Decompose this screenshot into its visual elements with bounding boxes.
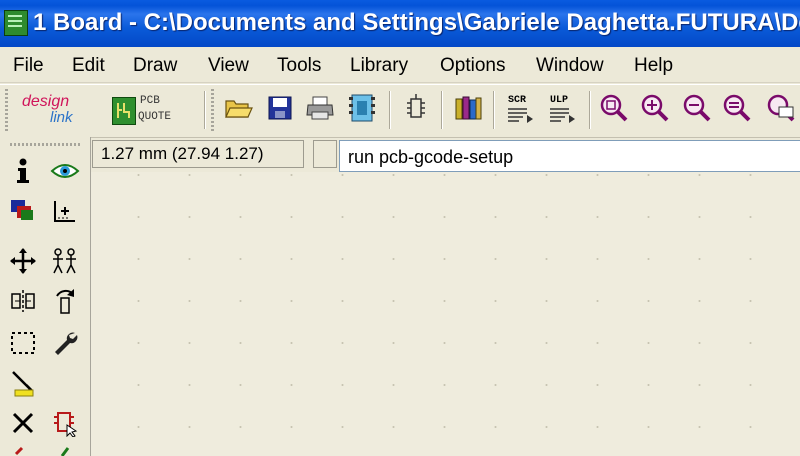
delete-button[interactable]: [8, 409, 38, 441]
designlink-logo-bottom: link: [50, 109, 73, 126]
move-icon: [9, 247, 37, 279]
show-eye-icon: [50, 160, 80, 186]
menu-view[interactable]: View: [208, 55, 249, 77]
tool-panel: [0, 137, 91, 456]
mirror-icon: [9, 288, 37, 318]
save-icon: [267, 95, 293, 125]
toolbar-separator: [589, 91, 590, 129]
tool-panel-grip[interactable]: [10, 143, 80, 146]
mirror-button[interactable]: [8, 287, 38, 319]
rotate-icon: [51, 286, 79, 320]
menu-options[interactable]: Options: [440, 55, 505, 77]
delete-icon: [10, 410, 36, 440]
add-button[interactable]: [50, 409, 80, 441]
schematic-switch-button[interactable]: [399, 92, 433, 128]
toolbar-separator: [389, 91, 390, 129]
info-button[interactable]: [8, 157, 38, 189]
display-layers-icon: [9, 198, 37, 228]
library-icon: [453, 94, 483, 126]
mark-icon: [51, 197, 79, 229]
wire-button[interactable]: [50, 444, 80, 456]
redraw-button[interactable]: [720, 92, 754, 128]
designlink-logo[interactable]: design link: [20, 91, 98, 131]
add-part-icon: [51, 409, 79, 441]
redraw-icon: [722, 93, 752, 127]
zoom-to-fit-button[interactable]: [597, 92, 631, 128]
ulp-icon: ULP: [547, 95, 577, 125]
paste-icon: [9, 368, 37, 402]
open-file-icon: [224, 95, 254, 125]
zoom-select-icon: [766, 93, 796, 127]
wire-icon: [52, 444, 78, 456]
zoom-in-icon: [640, 93, 670, 127]
copy-icon: [10, 444, 36, 456]
zoom-in-button[interactable]: [638, 92, 672, 128]
display-layers-button[interactable]: [8, 197, 38, 229]
toolbar-separator: [204, 91, 205, 129]
group-icon: [50, 247, 80, 279]
zoom-select-button[interactable]: [764, 92, 798, 128]
print-icon: [305, 95, 335, 125]
copy-button[interactable]: [8, 444, 38, 456]
schematic-switch-icon: [404, 93, 428, 127]
info-icon: [13, 157, 33, 189]
save-button[interactable]: [263, 92, 297, 128]
pcbquote-logo-bottom: QUOTE: [138, 111, 172, 123]
window-title: 1 Board - C:\Documents and Settings\Gabr…: [33, 9, 800, 36]
menu-library[interactable]: Library: [350, 55, 408, 77]
script-label: SCR: [508, 95, 527, 106]
menu-window[interactable]: Window: [536, 55, 604, 77]
script-icon: SCR: [505, 95, 535, 125]
ulp-button[interactable]: ULP: [545, 92, 579, 128]
cam-processor-icon: [348, 93, 378, 127]
app-icon[interactable]: [4, 10, 28, 36]
script-button[interactable]: SCR: [503, 92, 537, 128]
group-button[interactable]: [50, 247, 80, 279]
mark-button[interactable]: [50, 197, 80, 229]
print-button[interactable]: [303, 92, 337, 128]
coordinate-display: 1.27 mm (27.94 1.27): [92, 140, 304, 168]
rectangle-select-icon: [9, 330, 37, 360]
pcbquote-logo-top: PCB: [140, 95, 160, 107]
cam-processor-button[interactable]: [346, 92, 380, 128]
move-button[interactable]: [8, 247, 38, 279]
toolbar-separator: [493, 91, 494, 129]
toolbar-separator: [441, 91, 442, 129]
pcb-chip-icon: [112, 97, 136, 125]
pcbquote-logo[interactable]: PCB QUOTE: [108, 93, 180, 129]
menu-tools[interactable]: Tools: [277, 55, 321, 77]
toolbar-grip[interactable]: [5, 89, 8, 131]
board-canvas[interactable]: [91, 172, 800, 456]
toolbar-grip[interactable]: [211, 89, 214, 131]
menu-edit[interactable]: Edit: [72, 55, 105, 77]
command-line-input[interactable]: [339, 140, 800, 172]
ulp-label: ULP: [550, 95, 569, 106]
paste-button[interactable]: [8, 369, 38, 401]
menu-help[interactable]: Help: [634, 55, 673, 77]
wrench-change-icon: [51, 329, 79, 361]
menu-draw[interactable]: Draw: [133, 55, 177, 77]
title-bar[interactable]: 1 Board - C:\Documents and Settings\Gabr…: [0, 0, 800, 47]
main-toolbar: design link PCB QUOTE SCR ULP: [0, 84, 800, 138]
rectangle-select-button[interactable]: [8, 329, 38, 361]
show-button[interactable]: [50, 157, 80, 189]
zoom-to-fit-icon: [599, 93, 629, 127]
parameter-field[interactable]: [313, 140, 337, 168]
zoom-out-button[interactable]: [680, 92, 714, 128]
change-button[interactable]: [50, 329, 80, 361]
menu-file[interactable]: File: [13, 55, 44, 77]
zoom-out-icon: [682, 93, 712, 127]
library-button[interactable]: [451, 92, 485, 128]
open-button[interactable]: [222, 92, 256, 128]
menu-bar: File Edit Draw View Tools Library Option…: [0, 48, 800, 83]
rotate-button[interactable]: [50, 287, 80, 319]
